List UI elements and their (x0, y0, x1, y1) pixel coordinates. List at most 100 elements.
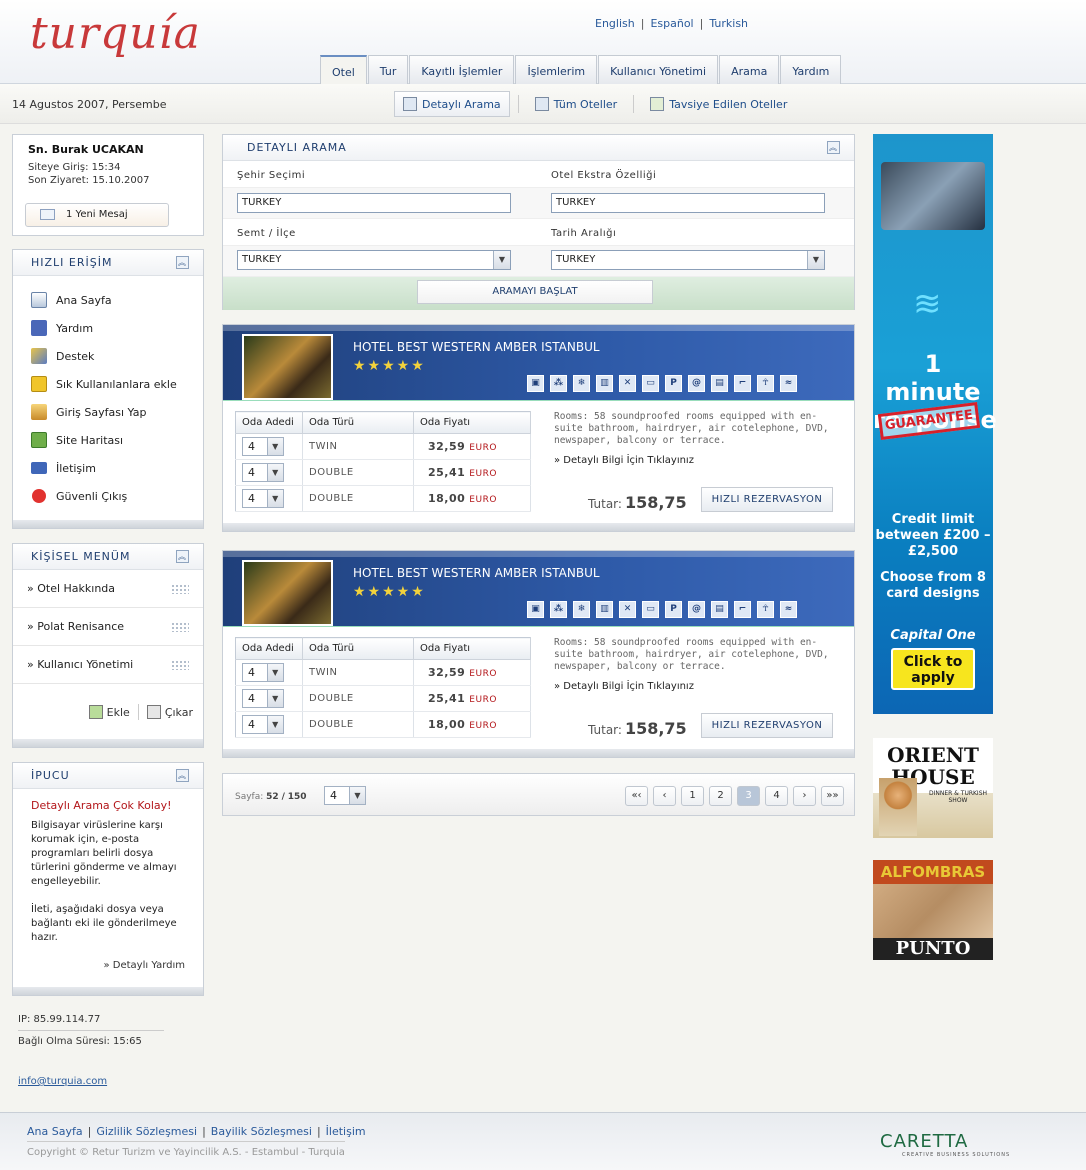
hotel-photo[interactable] (242, 334, 333, 400)
hotel-photo[interactable] (242, 560, 333, 626)
orient-house-banner[interactable]: ORIENT HOUSE DINNER & TURKISH SHOW (873, 738, 993, 838)
punto-title: PUNTO (873, 938, 993, 960)
qty-select[interactable]: 4 ▼ (242, 437, 284, 456)
meeting-icon: ⁂ (550, 601, 567, 618)
qty-select[interactable]: 4 ▼ (242, 663, 284, 682)
table-row: 4 ▼ TWIN 32,59 EURO (235, 433, 531, 460)
add-button[interactable]: Ekle (107, 706, 130, 719)
qty-select[interactable]: 4 ▼ (242, 715, 284, 734)
internet-icon: @ (688, 601, 705, 618)
email-link[interactable]: info@turquia.com (18, 1076, 107, 1087)
subnav-all-hotels[interactable]: Tüm Oteller (527, 91, 626, 117)
col-qty: Oda Adedi (235, 637, 303, 660)
qty-select[interactable]: 4 ▼ (242, 689, 284, 708)
remove-button[interactable]: Çıkar (165, 706, 193, 719)
tab-otel[interactable]: Otel (320, 55, 367, 85)
hotel-card: HOTEL BEST WESTERN AMBER ISTANBUL ★★★★★ … (222, 550, 855, 758)
tab-arama[interactable]: Arama (719, 55, 780, 84)
collapse-icon[interactable]: ︽ (176, 256, 189, 269)
tab-kayitli-islemler[interactable]: Kayıtlı İşlemler (409, 55, 515, 84)
next-page-button[interactable]: › (793, 786, 816, 806)
lang-english[interactable]: English (595, 17, 635, 30)
chevron-down-icon: ▼ (267, 690, 283, 707)
footer-link-privacy[interactable]: Gizlilik Sözleşmesi (96, 1125, 197, 1138)
menu-item-user-management[interactable]: » Kullanıcı Yönetimi (13, 646, 203, 684)
menu-item-polat[interactable]: » Polat Renisance (13, 608, 203, 646)
orient-house-subtitle: DINNER & TURKISH SHOW (928, 790, 988, 804)
tab-yardim[interactable]: Yardım (780, 55, 842, 84)
drag-handle-icon[interactable] (171, 660, 189, 670)
subnav-detailed-search[interactable]: Detaylı Arama (394, 91, 510, 117)
tab-tur[interactable]: Tur (367, 55, 409, 84)
quick-reservation-button[interactable]: HIZLI REZERVASYON (701, 713, 833, 738)
mail-icon (31, 462, 47, 474)
chevron-down-icon: ▼ (493, 251, 510, 269)
detailed-help-link[interactable]: » Detaylı Yardım (31, 959, 185, 973)
caretta-logo[interactable]: CARETTA CREATIVE BUSINESS SOLUTIONS (880, 1131, 1010, 1158)
tab-kullanici-yonetimi[interactable]: Kullanıcı Yönetimi (598, 55, 719, 84)
city-input[interactable]: TURKEY (237, 193, 511, 213)
extra-label: Otel Ekstra Özelliği (551, 170, 657, 181)
tab-islemlerim[interactable]: İşlemlerim (515, 55, 598, 84)
quick-access-panel: HIZLI ERİŞİM ︽ Ana Sayfa Yardım Destek Sı… (12, 249, 204, 529)
extra-input[interactable]: TURKEY (551, 193, 825, 213)
drag-handle-icon[interactable] (171, 622, 189, 632)
restaurant-icon: ✕ (619, 375, 636, 392)
menu-item-hotel-about[interactable]: » Otel Hakkında (13, 570, 203, 608)
sub-bar: 14 Agustos 2007, Persembe Detaylı Arama … (0, 84, 1086, 124)
hotel-name[interactable]: HOTEL BEST WESTERN AMBER ISTANBUL (353, 566, 600, 580)
details-link[interactable]: » Detaylı Bilgi İçin Tıklayınız (554, 455, 694, 466)
page-2-button[interactable]: 2 (709, 786, 732, 806)
footer-link-home[interactable]: Ana Sayfa (27, 1125, 83, 1138)
room-table: Oda Adedi Oda Türü Oda Fiyatı 4 ▼ TWIN 32,59 E… (235, 411, 531, 512)
drag-handle-icon[interactable] (171, 584, 189, 594)
chevron-down-icon: ▼ (267, 664, 283, 681)
prev-page-button[interactable]: ‹ (653, 786, 676, 806)
turquia-logo[interactable]: turquía (30, 8, 201, 59)
first-page-button[interactable]: «‹ (625, 786, 648, 806)
room-table: Oda Adedi Oda Türü Oda Fiyatı 4 ▼ TWIN 32,59 E… (235, 637, 531, 738)
district-select[interactable]: TURKEY ▼ (237, 250, 511, 270)
per-page-select[interactable]: 4 ▼ (324, 786, 366, 805)
collapse-icon[interactable]: ︽ (176, 769, 189, 782)
hotel-name[interactable]: HOTEL BEST WESTERN AMBER ISTANBUL (353, 340, 600, 354)
quick-item-favorites[interactable]: Sık Kullanılanlara ekle (31, 370, 203, 398)
click-to-apply-button[interactable]: Click to apply (891, 648, 975, 690)
quick-item-sitemap[interactable]: Site Haritası (31, 426, 203, 454)
page-1-button[interactable]: 1 (681, 786, 704, 806)
quick-item-logout[interactable]: Güvenli Çıkış (31, 482, 203, 510)
subnav-recommended-hotels[interactable]: Tavsiye Edilen Oteller (642, 91, 795, 117)
qty-select[interactable]: 4 ▼ (242, 489, 284, 508)
lang-espanol[interactable]: Español (650, 17, 693, 30)
capital-one-banner[interactable]: ≋ 1 minute response GUARANTEE Credit lim… (873, 134, 997, 714)
logout-icon (32, 489, 46, 503)
tip-panel: İPUCU ︽ Detaylı Arama Çok Kolay! Bilgisay… (12, 762, 204, 996)
page-3-button[interactable]: 3 (737, 786, 760, 806)
last-page-button[interactable]: »» (821, 786, 844, 806)
quick-item-home[interactable]: Ana Sayfa (31, 286, 203, 314)
collapse-icon[interactable]: ︽ (176, 550, 189, 563)
new-message-button[interactable]: 1 Yeni Mesaj (25, 203, 169, 227)
tip-heading: Detaylı Arama Çok Kolay! (31, 799, 172, 812)
quick-item-homepage[interactable]: Giriş Sayfası Yap (31, 398, 203, 426)
quick-item-help[interactable]: Yardım (31, 314, 203, 342)
quick-item-support[interactable]: Destek (31, 342, 203, 370)
table-row: 4 ▼ TWIN 32,59 EURO (235, 659, 531, 686)
connection-time: Bağlı Olma Süresi: 15:65 (18, 1036, 142, 1047)
quick-reservation-button[interactable]: HIZLI REZERVASYON (701, 487, 833, 512)
details-link[interactable]: » Detaylı Bilgi İçin Tıklayınız (554, 681, 694, 692)
col-qty: Oda Adedi (235, 411, 303, 434)
lang-turkish[interactable]: Turkish (709, 17, 748, 30)
footer-link-dealer[interactable]: Bayilik Sözleşmesi (211, 1125, 312, 1138)
pool-icon: ≈ (780, 375, 797, 392)
collapse-icon[interactable]: ︽ (827, 141, 840, 154)
page-4-button[interactable]: 4 (765, 786, 788, 806)
quick-item-contact[interactable]: İletişim (31, 454, 203, 482)
qty-select[interactable]: 4 ▼ (242, 463, 284, 482)
main-tabs: Otel Tur Kayıtlı İşlemler İşlemlerim Kul… (320, 55, 842, 85)
capital-one-logo: Capital One (890, 628, 976, 643)
alfombras-banner[interactable]: ALFOMBRAS PUNTO (873, 860, 993, 960)
start-search-button[interactable]: ARAMAYI BAŞLAT (417, 280, 653, 304)
footer-link-contact[interactable]: İletişim (326, 1125, 366, 1138)
date-range-select[interactable]: TURKEY ▼ (551, 250, 825, 270)
